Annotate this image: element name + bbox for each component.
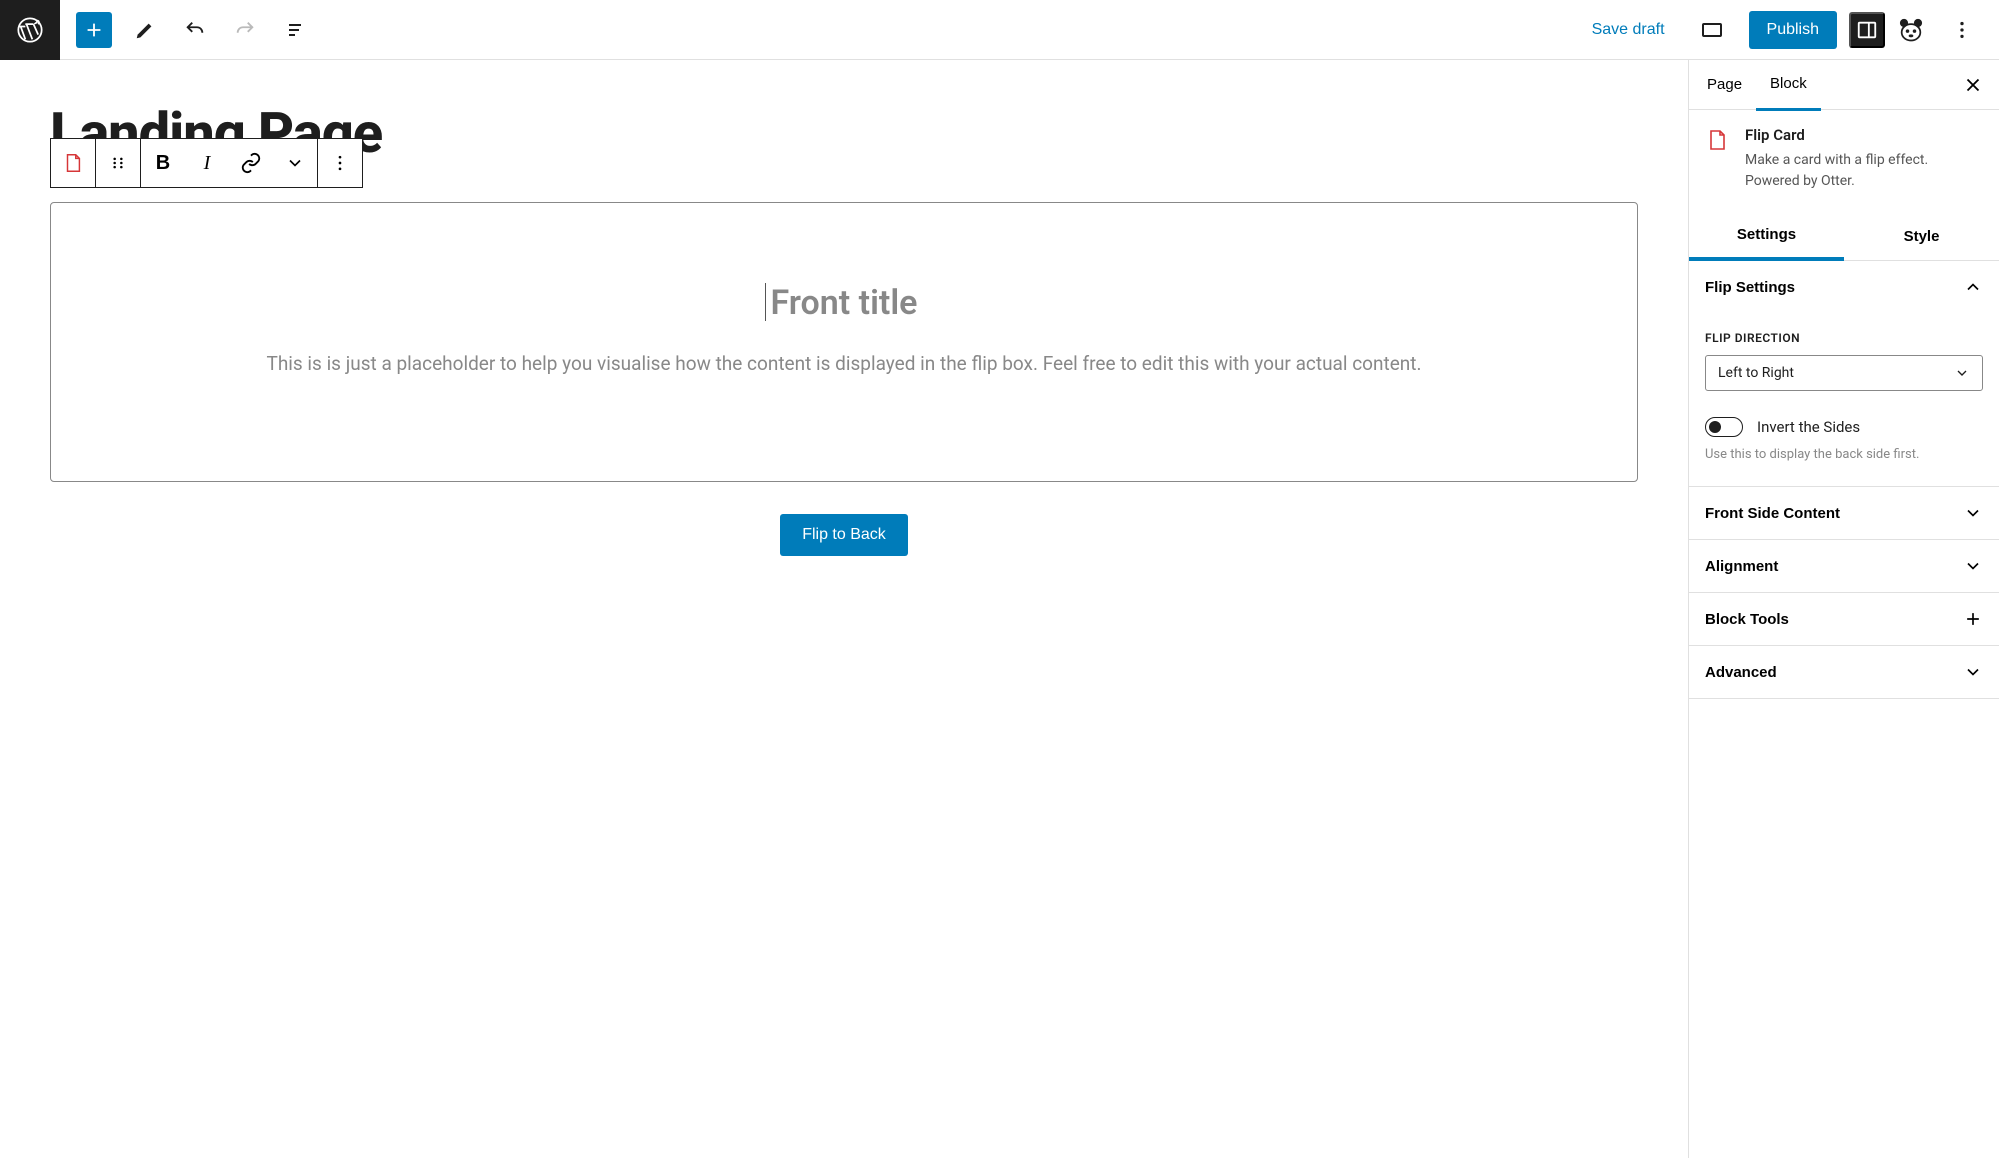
flip-to-back-button[interactable]: Flip to Back [780, 514, 908, 556]
bold-button[interactable]: B [141, 139, 185, 187]
panel-title: Alignment [1705, 558, 1778, 575]
plus-icon [1963, 609, 1983, 629]
panel-flip-settings-body: FLIP DIRECTION Left to Right Invert the … [1689, 313, 1999, 487]
select-value: Left to Right [1718, 365, 1794, 381]
flip-direction-label: FLIP DIRECTION [1705, 331, 1983, 345]
chevron-down-icon [1954, 365, 1970, 381]
settings-sidebar: Page Block Flip Card Make a card with a … [1689, 60, 1999, 1158]
preview-button[interactable] [1689, 10, 1735, 50]
settings-panel-toggle[interactable] [1849, 12, 1885, 48]
sub-tab-style[interactable]: Style [1844, 212, 1999, 260]
block-card-title: Flip Card [1745, 126, 1983, 144]
panel-title: Front Side Content [1705, 505, 1840, 522]
document-overview-button[interactable] [272, 10, 318, 50]
invert-sides-help: Use this to display the back side first. [1705, 447, 1983, 462]
block-options-button[interactable] [318, 139, 362, 187]
chevron-down-icon [1963, 662, 1983, 682]
block-sub-tabs: Settings Style [1689, 212, 1999, 261]
publish-button[interactable]: Publish [1749, 11, 1837, 49]
undo-button[interactable] [172, 10, 218, 50]
sidebar-tabs: Page Block [1689, 60, 1999, 110]
more-formatting-button[interactable] [273, 139, 317, 187]
invert-sides-toggle[interactable] [1705, 417, 1743, 437]
panel-flip-settings-header[interactable]: Flip Settings [1689, 261, 1999, 313]
block-toolbar: B I [50, 138, 363, 188]
flip-card-icon [1705, 128, 1731, 154]
italic-button[interactable]: I [185, 139, 229, 187]
block-card: Flip Card Make a card with a flip effect… [1689, 110, 1999, 212]
panel-block-tools[interactable]: Block Tools [1689, 593, 1999, 646]
chevron-up-icon [1963, 277, 1983, 297]
close-sidebar-button[interactable] [1951, 63, 1995, 107]
topbar-left [0, 0, 320, 59]
top-toolbar: Save draft Publish [0, 0, 1999, 60]
panel-advanced[interactable]: Advanced [1689, 646, 1999, 699]
sub-tab-settings[interactable]: Settings [1689, 212, 1844, 261]
options-button[interactable] [1939, 10, 1985, 50]
flip-card-block[interactable]: Front title This is is just a placeholde… [50, 202, 1638, 482]
otter-icon[interactable] [1897, 16, 1925, 44]
front-description-input[interactable]: This is is just a placeholder to help yo… [81, 347, 1607, 381]
panel-alignment[interactable]: Alignment [1689, 540, 1999, 593]
flip-direction-select[interactable]: Left to Right [1705, 355, 1983, 391]
invert-sides-label: Invert the Sides [1757, 418, 1860, 436]
block-type-icon[interactable] [51, 139, 95, 187]
tab-page[interactable]: Page [1693, 60, 1756, 109]
front-title-input[interactable]: Front title [81, 283, 1607, 323]
panel-title: Flip Settings [1705, 279, 1795, 296]
tools-button[interactable] [122, 10, 168, 50]
tab-block[interactable]: Block [1756, 60, 1821, 111]
panel-title: Advanced [1705, 664, 1777, 681]
add-block-button[interactable] [76, 12, 112, 48]
panel-title: Block Tools [1705, 611, 1789, 628]
topbar-right: Save draft Publish [1582, 10, 1987, 50]
redo-button[interactable] [222, 10, 268, 50]
wordpress-logo[interactable] [0, 0, 60, 60]
save-draft-button[interactable]: Save draft [1582, 13, 1675, 47]
block-card-description: Make a card with a flip effect. Powered … [1745, 150, 1983, 192]
panel-front-side-content[interactable]: Front Side Content [1689, 487, 1999, 540]
chevron-down-icon [1963, 503, 1983, 523]
editor-canvas: Landing Page B I [0, 60, 1689, 1158]
link-button[interactable] [229, 139, 273, 187]
drag-handle-icon[interactable] [96, 139, 140, 187]
chevron-down-icon [1963, 556, 1983, 576]
